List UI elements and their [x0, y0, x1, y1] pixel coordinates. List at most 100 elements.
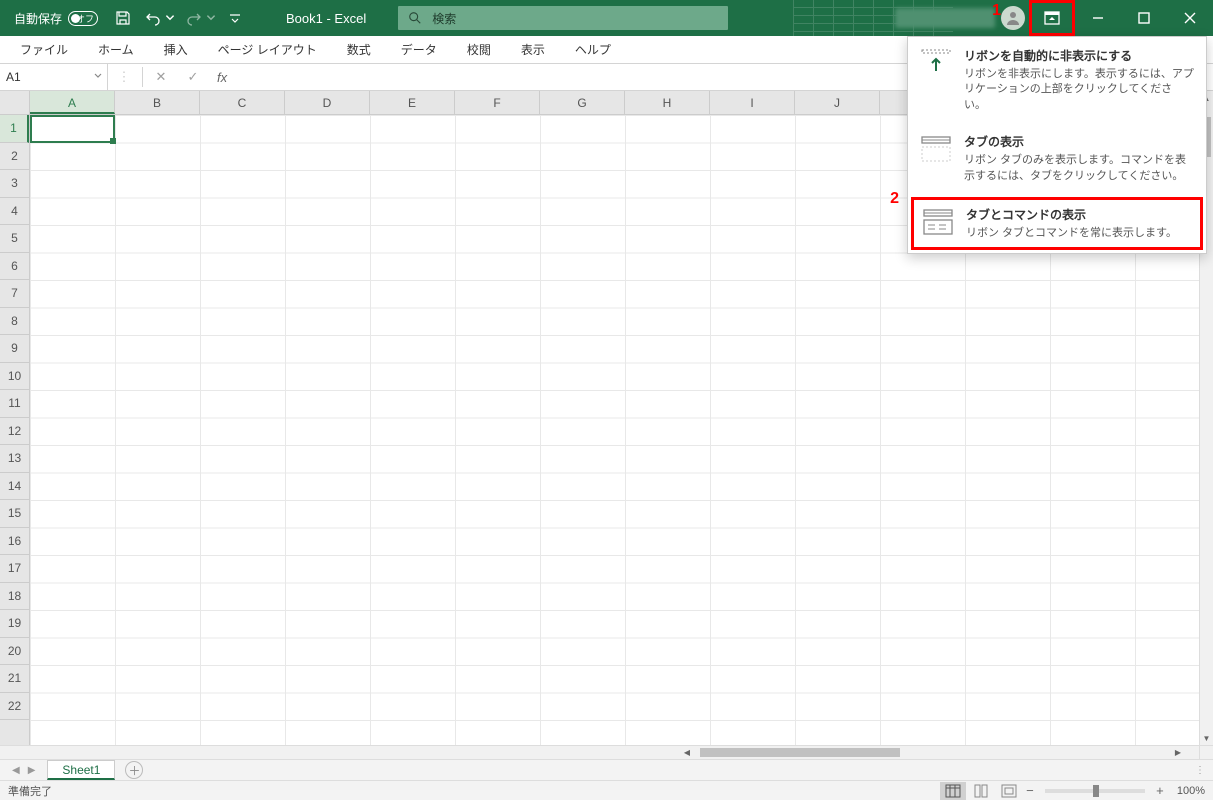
- row-header[interactable]: 11: [0, 390, 29, 418]
- row-header[interactable]: 18: [0, 583, 29, 611]
- qat-customize-icon[interactable]: [223, 6, 247, 30]
- redo-dropdown-icon[interactable]: [205, 6, 217, 30]
- row-header[interactable]: 14: [0, 473, 29, 501]
- column-header[interactable]: J: [795, 91, 880, 114]
- namebox-dropdown-icon[interactable]: [93, 70, 103, 84]
- autosave-switch[interactable]: オフ: [68, 11, 98, 26]
- document-title: Book1 - Excel: [286, 11, 366, 26]
- close-button[interactable]: [1167, 0, 1213, 36]
- column-header[interactable]: E: [370, 91, 455, 114]
- row-header[interactable]: 22: [0, 693, 29, 721]
- row-header[interactable]: 7: [0, 280, 29, 308]
- row-header[interactable]: 12: [0, 418, 29, 446]
- scroll-right-icon[interactable]: ▶: [1171, 746, 1185, 759]
- menu-item-desc: リボン タブのみを表示します。コマンドを表示するには、タブをクリックしてください…: [964, 153, 1194, 184]
- redo-icon[interactable]: [182, 6, 206, 30]
- menu-item-title: タブとコマンドの表示: [966, 206, 1177, 223]
- row-header[interactable]: 9: [0, 335, 29, 363]
- tab-splitter-icon[interactable]: ⋮: [1195, 765, 1207, 776]
- tab-view[interactable]: 表示: [507, 36, 559, 63]
- zoom-in-button[interactable]: +: [1153, 783, 1167, 798]
- row-header[interactable]: 1: [0, 115, 29, 143]
- status-ready: 準備完了: [8, 783, 52, 799]
- sheet-nav-arrows[interactable]: ◀ ▶: [0, 765, 47, 776]
- ribbon-display-options-button[interactable]: [1029, 0, 1075, 36]
- callout-2: 2: [890, 190, 899, 208]
- tab-data[interactable]: データ: [387, 36, 451, 63]
- save-icon[interactable]: [111, 6, 135, 30]
- row-header[interactable]: 16: [0, 528, 29, 556]
- menu-item-desc: リボン タブとコマンドを常に表示します。: [966, 226, 1177, 241]
- tab-home[interactable]: ホーム: [84, 36, 148, 63]
- row-header[interactable]: 6: [0, 253, 29, 281]
- row-header[interactable]: 17: [0, 555, 29, 583]
- row-header[interactable]: 10: [0, 363, 29, 391]
- tab-page-layout[interactable]: ページ レイアウト: [204, 36, 331, 63]
- menu-auto-hide-ribbon[interactable]: リボンを自動的に非表示にする リボンを非表示にします。表示するには、アプリケーシ…: [908, 37, 1206, 123]
- scroll-corner: [1199, 745, 1213, 759]
- row-header[interactable]: 8: [0, 308, 29, 336]
- column-header[interactable]: D: [285, 91, 370, 114]
- active-cell-cursor: [30, 115, 115, 143]
- view-page-layout-icon[interactable]: [968, 782, 994, 800]
- row-header[interactable]: 19: [0, 610, 29, 638]
- ribbon-display-options-menu: リボンを自動的に非表示にする リボンを非表示にします。表示するには、アプリケーシ…: [907, 36, 1207, 254]
- menu-item-title: リボンを自動的に非表示にする: [964, 47, 1194, 64]
- hscroll-thumb[interactable]: [700, 748, 900, 757]
- column-header[interactable]: C: [200, 91, 285, 114]
- tab-formulas[interactable]: 数式: [333, 36, 385, 63]
- undo-icon[interactable]: [141, 6, 165, 30]
- zoom-level[interactable]: 100%: [1177, 785, 1205, 797]
- zoom-slider[interactable]: [1045, 789, 1145, 793]
- confirm-formula-icon[interactable]: ✓: [177, 69, 209, 85]
- zoom-out-button[interactable]: −: [1023, 783, 1037, 798]
- menu-show-tabs[interactable]: タブの表示 リボン タブのみを表示します。コマンドを表示するには、タブをクリック…: [908, 123, 1206, 194]
- scroll-down-icon[interactable]: ▼: [1200, 731, 1213, 745]
- view-page-break-icon[interactable]: [996, 782, 1022, 800]
- search-placeholder: 検索: [432, 10, 456, 27]
- fx-icon[interactable]: fx: [209, 70, 235, 85]
- row-header[interactable]: 21: [0, 665, 29, 693]
- menu-item-title: タブの表示: [964, 133, 1194, 150]
- column-header[interactable]: H: [625, 91, 710, 114]
- account-name[interactable]: [895, 8, 995, 28]
- undo-dropdown-icon[interactable]: [164, 6, 176, 30]
- cancel-formula-icon[interactable]: ✕: [145, 69, 177, 85]
- sheet-next-icon[interactable]: ▶: [28, 765, 36, 776]
- tab-insert[interactable]: 挿入: [150, 36, 202, 63]
- column-header[interactable]: F: [455, 91, 540, 114]
- row-header[interactable]: 5: [0, 225, 29, 253]
- new-sheet-button[interactable]: ＋: [125, 761, 143, 779]
- menu-show-tabs-commands[interactable]: タブとコマンドの表示 リボン タブとコマンドを常に表示します。: [910, 196, 1204, 251]
- search-icon: [408, 11, 422, 25]
- row-header[interactable]: 2: [0, 143, 29, 171]
- account-avatar-icon[interactable]: [1001, 6, 1025, 30]
- row-header[interactable]: 3: [0, 170, 29, 198]
- row-header[interactable]: 13: [0, 445, 29, 473]
- row-header[interactable]: 15: [0, 500, 29, 528]
- hscroll-track[interactable]: ◀ ▶: [680, 746, 1185, 759]
- dots-icon[interactable]: ⋮: [108, 69, 140, 85]
- scroll-left-icon[interactable]: ◀: [680, 746, 694, 759]
- status-bar: 準備完了 − + 100%: [0, 780, 1213, 800]
- row-header[interactable]: 20: [0, 638, 29, 666]
- tab-help[interactable]: ヘルプ: [561, 36, 625, 63]
- search-box[interactable]: 検索: [398, 6, 728, 30]
- row-header[interactable]: 4: [0, 198, 29, 226]
- sheet-prev-icon[interactable]: ◀: [12, 765, 20, 776]
- view-normal-icon[interactable]: [940, 782, 966, 800]
- title-bar: 自動保存 オフ Book1 - Excel 検索: [0, 0, 1213, 36]
- column-header[interactable]: B: [115, 91, 200, 114]
- minimize-button[interactable]: [1075, 0, 1121, 36]
- column-header[interactable]: I: [710, 91, 795, 114]
- sheet-tab-bar: ◀ ▶ Sheet1 ＋ ⋮: [0, 759, 1213, 780]
- maximize-button[interactable]: [1121, 0, 1167, 36]
- tab-file[interactable]: ファイル: [6, 36, 82, 63]
- column-header[interactable]: G: [540, 91, 625, 114]
- tab-review[interactable]: 校閲: [453, 36, 505, 63]
- select-all-corner[interactable]: [0, 91, 30, 115]
- sheet-tab-active[interactable]: Sheet1: [47, 760, 115, 780]
- autosave-toggle[interactable]: 自動保存 オフ: [0, 10, 108, 27]
- name-box[interactable]: A1: [0, 64, 108, 90]
- column-header[interactable]: A: [30, 91, 115, 114]
